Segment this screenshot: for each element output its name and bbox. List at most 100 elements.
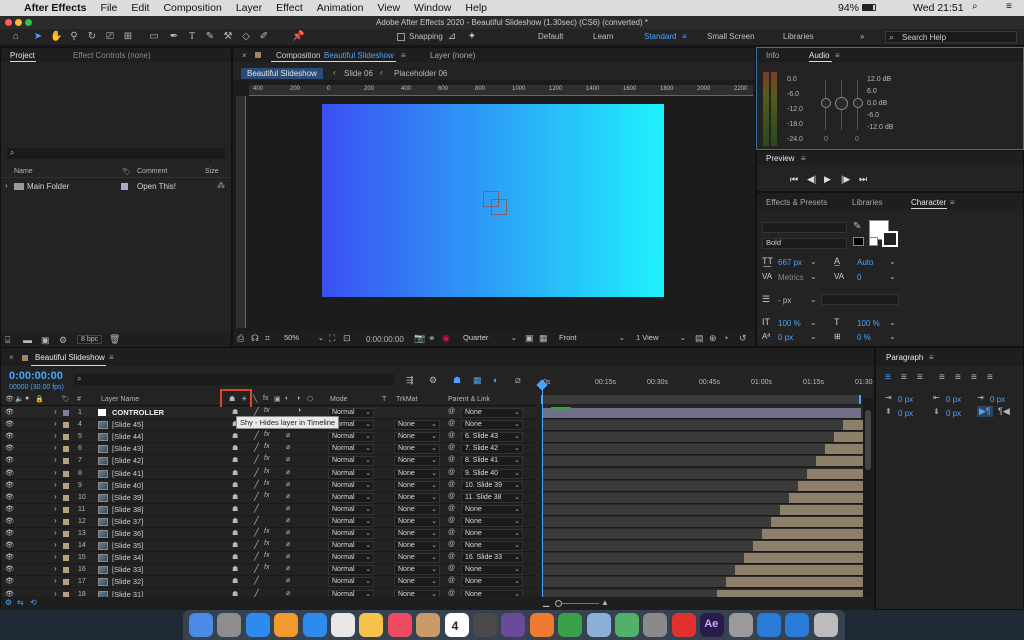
breadcrumb-placeholder[interactable]: Placeholder 06 — [394, 69, 447, 78]
shy-switch-icon[interactable]: ☗ — [232, 590, 238, 598]
expand-arrow-icon[interactable]: › — [54, 516, 57, 525]
layer-name[interactable]: [Slide 38] — [112, 505, 143, 514]
col-number[interactable]: # — [77, 396, 81, 403]
pick-whip-icon[interactable]: @ — [448, 432, 455, 439]
pick-whip-icon[interactable]: @ — [448, 481, 455, 488]
tab-character[interactable]: Character — [911, 198, 946, 207]
3d-column-icon[interactable]: ⬡ — [307, 395, 313, 403]
pick-whip-icon[interactable]: @ — [448, 493, 455, 500]
direction-rtl-icon[interactable]: ¶◀ — [998, 406, 1010, 417]
mode-select[interactable]: Normal ⌄ — [328, 577, 374, 588]
parent-select[interactable]: 6. Slide 43 ⌄ — [461, 432, 523, 443]
align-left-icon[interactable]: ≡ — [885, 372, 891, 383]
mode-select[interactable]: Normal ⌄ — [328, 565, 374, 576]
menu-effect[interactable]: Effect — [276, 2, 303, 14]
parent-select[interactable]: None ⌄ — [461, 420, 523, 431]
finalcut-icon[interactable] — [501, 613, 526, 637]
trkmat-select[interactable]: None ⌄ — [394, 553, 440, 564]
space-after-value[interactable]: 0 px — [946, 409, 961, 418]
books-icon[interactable] — [274, 613, 299, 637]
anchor-point-marker-offset[interactable] — [491, 199, 507, 215]
lock-switch-icon[interactable]: 🔒 — [35, 395, 44, 403]
region-of-interest-icon[interactable]: ▣ — [525, 333, 534, 344]
eraser-tool-icon[interactable]: ◇ — [240, 31, 252, 43]
search-help-field[interactable]: ⌕ Search Help — [885, 31, 1017, 43]
mode-select[interactable]: Normal ⌄ — [328, 468, 374, 479]
frame-blending-toggle-icon[interactable]: ▦ — [473, 375, 482, 386]
layer-duration-bar[interactable] — [780, 504, 863, 515]
mode-select[interactable]: Normal ⌄ — [328, 444, 374, 455]
app-name-menu[interactable]: After Effects — [24, 2, 86, 14]
indent-left-value[interactable]: 0 px — [898, 395, 913, 404]
layer-label-swatch[interactable] — [63, 506, 69, 513]
zoom-select[interactable]: 50% ⌄ — [281, 334, 327, 344]
pick-whip-icon[interactable]: @ — [448, 505, 455, 512]
align-center-icon[interactable]: ≡ — [901, 372, 907, 383]
layer-duration-bar[interactable] — [753, 541, 863, 552]
work-area-bar[interactable] — [541, 395, 861, 404]
safari-icon[interactable] — [245, 613, 270, 637]
search-icon[interactable]: ⌕ — [972, 1, 978, 12]
layer-label-swatch[interactable] — [63, 518, 69, 525]
parent-select[interactable]: 8. Slide 41 ⌄ — [461, 456, 523, 467]
workspace-default[interactable]: Default — [538, 32, 563, 41]
trash-icon[interactable] — [813, 613, 838, 637]
motion-blur-switch-icon[interactable]: ⌀ — [286, 443, 290, 451]
layer-name[interactable]: [Slide 32] — [112, 577, 143, 586]
pick-whip-icon[interactable]: @ — [448, 553, 455, 560]
motion-blur-switch-icon[interactable]: ⌀ — [286, 431, 290, 439]
visibility-eye-icon[interactable]: 👁 — [5, 505, 14, 513]
calendar-icon[interactable]: 4 — [444, 613, 469, 637]
motion-blur-switch-icon[interactable]: ⌀ — [286, 504, 290, 512]
motion-blur-toggle-icon[interactable]: ◐ — [493, 375, 498, 385]
pick-whip-icon[interactable]: @ — [448, 444, 455, 451]
camera-tool-icon[interactable]: ⎚ — [104, 31, 116, 43]
trkmat-select[interactable]: None ⌄ — [394, 444, 440, 455]
battery-icon[interactable] — [862, 4, 876, 11]
workspace-overflow-icon[interactable]: » — [860, 32, 864, 41]
font-style-select[interactable]: Bold — [762, 238, 847, 249]
pick-whip-icon[interactable]: @ — [448, 529, 455, 536]
fx-switch-icon[interactable]: fx — [264, 455, 269, 462]
exposure-value[interactable]: ↺ — [739, 333, 747, 344]
quality-switch-icon[interactable]: ╱ — [254, 443, 259, 452]
timeline-menu-icon[interactable]: ≡ — [109, 353, 114, 362]
indent-right-value[interactable]: 0 px — [946, 395, 961, 404]
fx-switch-icon[interactable]: fx — [264, 431, 269, 438]
finder-icon[interactable] — [189, 613, 213, 637]
pick-whip-icon[interactable]: @ — [448, 408, 455, 415]
fx-column-icon[interactable]: fx — [263, 395, 268, 402]
stroke-width-value[interactable]: - px — [778, 296, 791, 305]
visibility-eye-icon[interactable]: 👁 — [5, 541, 14, 549]
time-ruler[interactable]: 0s 00:15s 00:30s 00:45s 01:00s 01:15s 01:30 — [536, 376, 873, 404]
parent-select[interactable]: 16. Slide 33 ⌄ — [461, 553, 523, 564]
lock-icon[interactable] — [255, 52, 261, 58]
tab-layer[interactable]: Layer (none) — [430, 51, 475, 60]
motion-blur-switch-icon[interactable]: ⌀ — [286, 589, 290, 597]
eyedropper-icon[interactable]: ✎ — [853, 221, 861, 232]
layer-row[interactable]: 👁 › 16 [Slide 33] ☗ ╱ fx ⌀ Normal ⌄ None ⌄ @ None ⌄ — [1, 564, 536, 577]
brush-tool-icon[interactable]: ✎ — [204, 31, 216, 43]
expand-arrow-icon[interactable]: › — [54, 443, 57, 452]
safe-zones-icon[interactable]: ⊡ — [343, 333, 351, 344]
motion-blur-switch-icon[interactable]: ⌀ — [286, 455, 290, 463]
justify-right-icon[interactable]: ≡ — [971, 372, 977, 383]
mode-select[interactable]: Normal ⌄ — [328, 516, 374, 527]
parent-select[interactable]: None ⌄ — [461, 529, 523, 539]
views-count-select[interactable]: 1 View ⌄ — [633, 334, 689, 344]
expand-arrow-icon[interactable]: › — [54, 468, 57, 477]
parent-select[interactable]: None ⌄ — [461, 516, 523, 527]
audio-slider-left[interactable] — [821, 80, 831, 130]
chevron-down-icon[interactable]: ⌄ — [889, 318, 896, 327]
comp-canvas[interactable] — [322, 104, 664, 297]
visibility-eye-icon[interactable]: 👁 — [5, 577, 14, 585]
viewer-area[interactable]: 400 200 0 200 400 600 800 1000 1200 1400 1600 1800 2… — [233, 80, 755, 332]
tsume-value[interactable]: 0 % — [857, 333, 871, 342]
chevron-down-icon[interactable]: ⌄ — [810, 272, 817, 281]
space-before-value[interactable]: 0 px — [898, 409, 913, 418]
systemprefs-icon[interactable] — [643, 613, 668, 637]
comp-flowchart-icon[interactable]: ⇶ — [406, 375, 414, 386]
layer-row[interactable]: 👁 › 13 [Slide 36] ☗ ╱ fx ⌀ Normal ⌄ None ⌄ @ None ⌄ — [1, 528, 536, 540]
pick-whip-icon[interactable]: @ — [448, 541, 455, 548]
battery-label[interactable]: 94% — [838, 2, 859, 14]
